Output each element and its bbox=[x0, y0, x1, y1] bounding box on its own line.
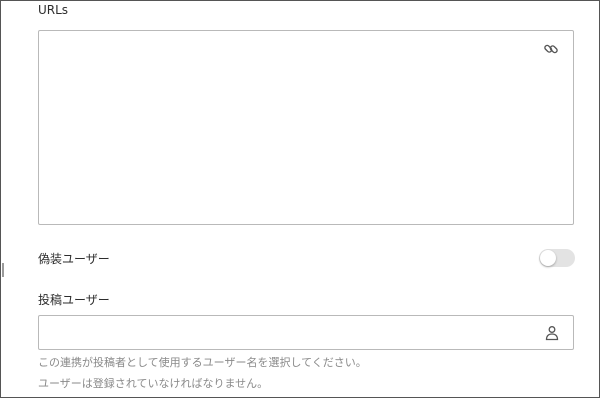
user-icon bbox=[545, 326, 559, 341]
poster-user-help-line1: この連携が投稿者として使用するユーザー名を選択してください。 bbox=[38, 356, 367, 369]
impersonate-user-label: 偽装ユーザー bbox=[38, 252, 110, 266]
panel-edge-mark bbox=[2, 263, 4, 277]
poster-user-label: 投稿ユーザー bbox=[38, 293, 110, 307]
impersonate-user-toggle[interactable] bbox=[539, 249, 575, 267]
form-panel: URLs 偽装ユーザー 投稿ユーザー この連携が投稿者として使用するユーザー名を… bbox=[0, 0, 600, 398]
urls-label: URLs bbox=[38, 3, 69, 17]
poster-user-input[interactable] bbox=[38, 315, 574, 350]
poster-user-help-line2: ユーザーは登録されていなければなりません。 bbox=[38, 377, 269, 390]
urls-textarea[interactable] bbox=[38, 30, 574, 225]
link-icon bbox=[544, 44, 558, 54]
toggle-knob bbox=[540, 250, 556, 266]
